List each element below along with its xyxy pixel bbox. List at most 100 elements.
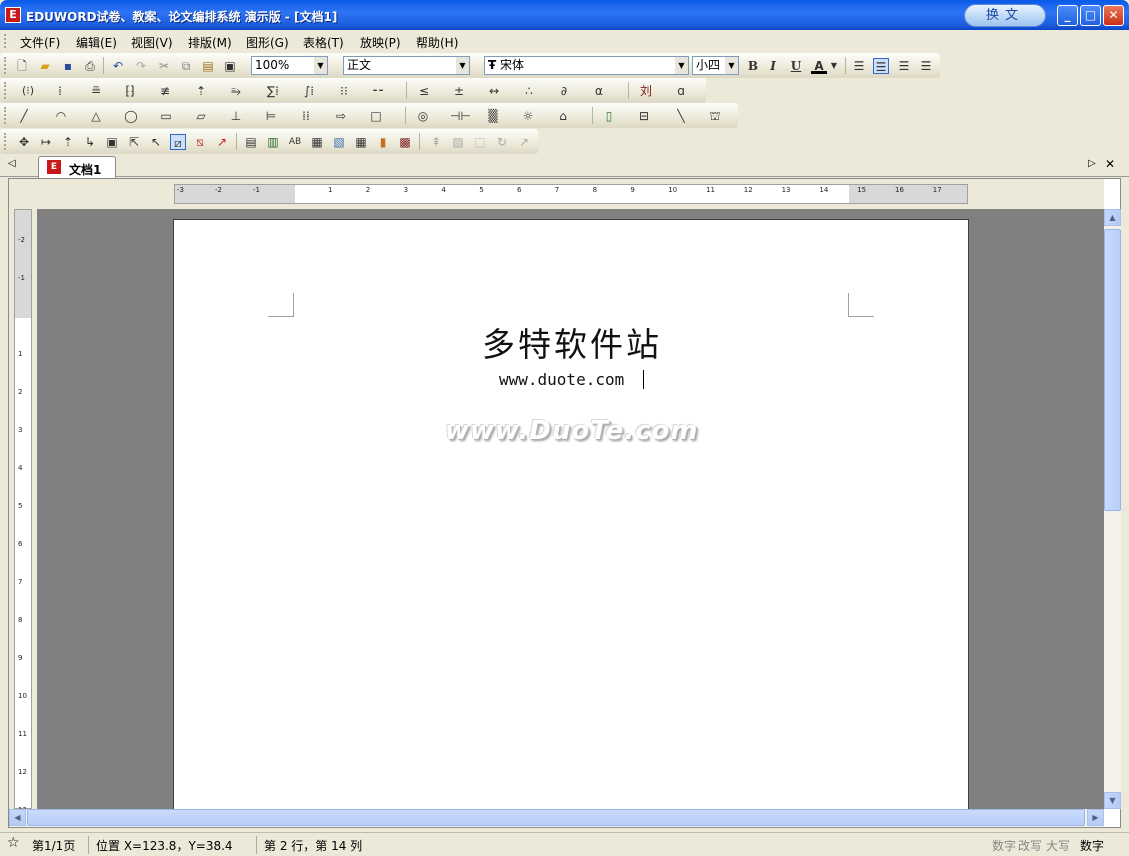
align-left-icon[interactable]: ☰ bbox=[851, 58, 867, 74]
axis-tool-icon[interactable]: ⊥ bbox=[228, 108, 244, 124]
integral-template-icon[interactable]: ∫⁞ bbox=[299, 83, 319, 99]
paste-icon[interactable]: ▤ bbox=[200, 58, 216, 74]
menu-help[interactable]: 帮助(H) bbox=[416, 34, 458, 51]
product-template-icon[interactable]: ⁝⁝ bbox=[334, 83, 354, 99]
screenshot-icon[interactable]: ▣ bbox=[222, 58, 238, 74]
document-page[interactable]: 多特软件站 www.duote.com www.DuoTe.com bbox=[173, 219, 969, 809]
chevron-down-icon[interactable]: ▼ bbox=[830, 58, 838, 74]
chevron-down-icon[interactable]: ▼ bbox=[675, 57, 688, 74]
arrow-shape-icon[interactable]: ⇨ bbox=[333, 108, 349, 124]
measure-tool-icon[interactable]: ⊨ bbox=[263, 108, 279, 124]
spring-tool-icon[interactable]: ◎ bbox=[415, 108, 431, 124]
bring-front-icon[interactable]: ⇞ bbox=[428, 134, 444, 150]
fraction-template-icon[interactable]: ≞ bbox=[88, 83, 104, 99]
menubar-grip[interactable] bbox=[4, 34, 7, 48]
grid-tool-icon[interactable]: ⁞⁞ bbox=[298, 108, 314, 124]
matrix-template-icon[interactable]: ⁞ bbox=[52, 83, 68, 99]
italic-button[interactable]: I bbox=[765, 58, 781, 74]
app-logo-icon[interactable]: E bbox=[5, 7, 21, 23]
circle-tool-icon[interactable]: ◯ bbox=[123, 108, 139, 124]
arc-tool-icon[interactable]: ◠ bbox=[53, 108, 69, 124]
copy-icon[interactable]: ⧉ bbox=[178, 58, 194, 74]
sum-template-icon[interactable]: ∑⁞ bbox=[263, 83, 283, 99]
parenthesis-template-icon[interactable]: (⁝) bbox=[16, 83, 40, 99]
scroll-right-icon[interactable]: ▶ bbox=[1087, 809, 1104, 826]
horizontal-scroll-thumb[interactable] bbox=[27, 809, 1085, 826]
align-right-icon[interactable]: ☰ bbox=[896, 58, 912, 74]
box-shape-icon[interactable]: □ bbox=[368, 108, 384, 124]
pointer-icon[interactable]: ↖ bbox=[148, 134, 164, 150]
photo-icon[interactable]: ▩ bbox=[397, 134, 413, 150]
chevron-down-icon[interactable]: ▼ bbox=[725, 57, 738, 74]
table-icon[interactable]: ▦ bbox=[353, 134, 369, 150]
overscript-template-icon[interactable]: ⇡ bbox=[193, 83, 209, 99]
document-url-text[interactable]: www.duote.com bbox=[499, 370, 624, 389]
operator-symbol-icon[interactable]: ± bbox=[451, 83, 467, 99]
tab-scroll-left-icon[interactable]: ◁ bbox=[8, 158, 16, 169]
star-icon[interactable]: ☆ bbox=[7, 835, 20, 851]
vertical-ruler[interactable]: -2-112345678910111213 bbox=[14, 209, 32, 814]
line-tool-icon[interactable]: ╱ bbox=[16, 108, 32, 124]
factory-tool-icon[interactable]: ⛫ bbox=[707, 108, 723, 124]
print-icon[interactable]: ⎙ bbox=[82, 58, 98, 74]
menu-slideshow[interactable]: 放映(P) bbox=[360, 34, 401, 51]
close-window-button[interactable]: ✕ bbox=[1103, 5, 1124, 26]
vertical-move-icon[interactable]: ⇡ bbox=[60, 134, 76, 150]
tab-document-1[interactable]: E 文档1 bbox=[38, 156, 116, 178]
style-select[interactable]: 正文 ▼ bbox=[343, 56, 470, 75]
bracket-template-icon[interactable]: ⁅⁆ bbox=[122, 83, 138, 99]
horizontal-scrollbar[interactable]: ◀ ▶ bbox=[9, 809, 1104, 827]
align-center-icon[interactable]: ☰ bbox=[873, 58, 889, 74]
justify-icon[interactable]: ☰ bbox=[918, 58, 934, 74]
underline-button[interactable]: U bbox=[788, 58, 804, 74]
chart-frame-icon[interactable]: ▦ bbox=[309, 134, 325, 150]
dots-template-icon[interactable]: ⁃⁃ bbox=[370, 83, 386, 99]
rectangle-tool-icon[interactable]: ▭ bbox=[158, 108, 174, 124]
font-color-button[interactable]: A bbox=[811, 58, 827, 74]
horizontal-ruler[interactable]: -3 -2 -1 1 2 3 4 5 6 7 8 9 10 11 12 13 14 15 16 17 bbox=[174, 184, 968, 204]
triangle-tool-icon[interactable]: △ bbox=[88, 108, 104, 124]
menu-table[interactable]: 表格(T) bbox=[303, 34, 344, 51]
horizontal-move-icon[interactable]: ↦ bbox=[38, 134, 54, 150]
menu-edit[interactable]: 编辑(E) bbox=[76, 34, 117, 51]
chevron-down-icon[interactable]: ▼ bbox=[314, 57, 327, 74]
scroll-left-icon[interactable]: ◀ bbox=[9, 809, 26, 826]
toolbar-grip[interactable] bbox=[4, 82, 7, 99]
send-back-icon[interactable]: ▨ bbox=[450, 134, 466, 150]
vertical-scroll-thumb[interactable] bbox=[1104, 229, 1121, 511]
radical-template-icon[interactable]: ≢ bbox=[157, 83, 173, 99]
node-edit-icon[interactable]: ↳ bbox=[82, 134, 98, 150]
textbox-icon[interactable]: ▤ bbox=[243, 134, 259, 150]
close-tab-icon[interactable]: ✕ bbox=[1105, 157, 1115, 171]
logic-symbol-icon[interactable]: ∴ bbox=[521, 83, 537, 99]
text-art-icon[interactable]: AB bbox=[287, 134, 303, 150]
pattern-tool-icon[interactable]: ▒ bbox=[485, 108, 501, 124]
misc-symbol-icon[interactable]: ∂ bbox=[556, 83, 572, 99]
new-file-icon[interactable]: 🗋 bbox=[14, 58, 30, 74]
toolbar-grip[interactable] bbox=[4, 133, 7, 150]
chinese-symbol-icon[interactable]: 刘 bbox=[638, 83, 654, 99]
arrow-tool-icon[interactable]: ↗ bbox=[516, 134, 532, 150]
redo-icon[interactable]: ↷ bbox=[133, 58, 149, 74]
group-select-icon[interactable]: ▣ bbox=[104, 134, 120, 150]
arrow-symbol-icon[interactable]: ↔ bbox=[486, 83, 502, 99]
menu-file[interactable]: 文件(F) bbox=[20, 34, 60, 51]
picture-icon[interactable]: ▧ bbox=[331, 134, 347, 150]
toolbar-grip[interactable] bbox=[4, 107, 7, 124]
special-symbol-icon[interactable]: ɑ bbox=[673, 83, 689, 99]
lab-equipment-icon[interactable]: ⌂ bbox=[555, 108, 571, 124]
flip-tool-icon[interactable]: ⧅ bbox=[192, 134, 208, 150]
move-tool-icon[interactable]: ✥ bbox=[16, 134, 32, 150]
bar-chart-icon[interactable]: ▮ bbox=[375, 134, 391, 150]
beaker-tool-icon[interactable]: ▯ bbox=[601, 108, 617, 124]
tab-scroll-right-icon[interactable]: ▷ bbox=[1088, 158, 1096, 169]
multi-select-icon[interactable]: ⇱ bbox=[126, 134, 142, 150]
minimize-button[interactable]: _ bbox=[1057, 5, 1078, 26]
image-frame-icon[interactable]: ▥ bbox=[265, 134, 281, 150]
undo-icon[interactable]: ↶ bbox=[110, 58, 126, 74]
zoom-select[interactable]: 100% ▼ bbox=[251, 56, 328, 75]
save-icon[interactable]: ▪ bbox=[60, 58, 76, 74]
container-tool-icon[interactable]: ⊟ bbox=[636, 108, 652, 124]
maximize-button[interactable]: □ bbox=[1080, 5, 1101, 26]
rotate-tool-icon[interactable]: ⧄ bbox=[170, 134, 186, 150]
